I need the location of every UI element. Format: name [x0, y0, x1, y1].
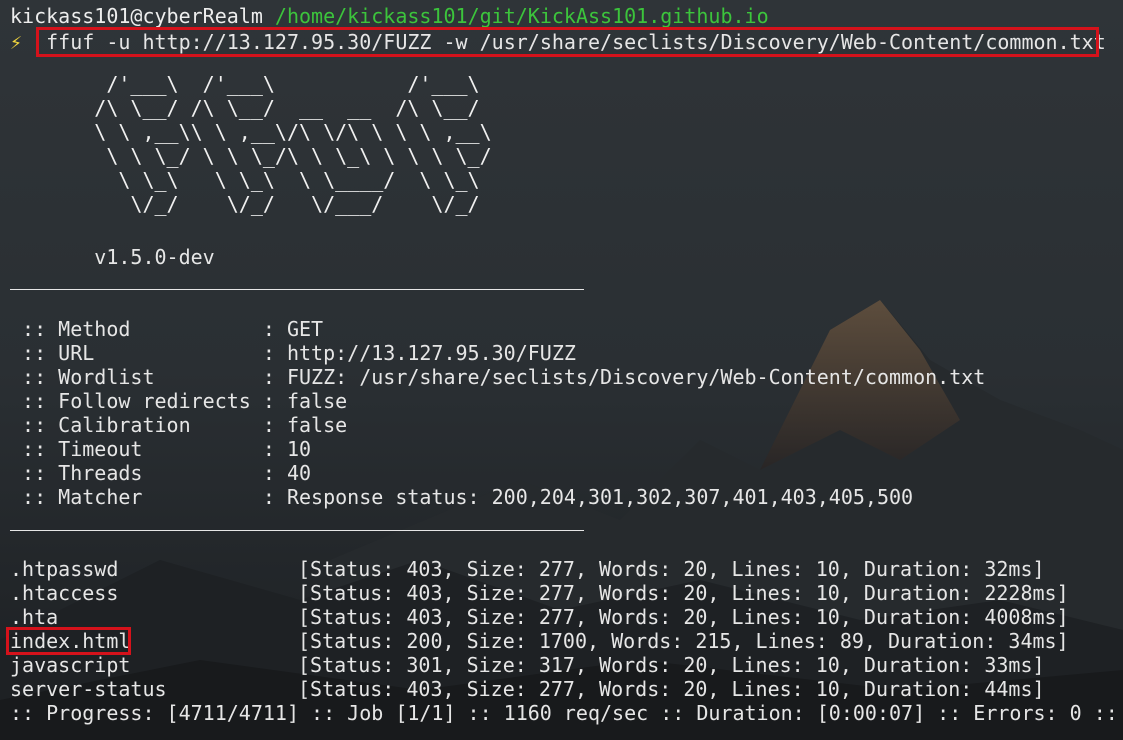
config-timeout: :: Timeout : 10: [10, 437, 312, 461]
result-name: server-status: [10, 677, 167, 701]
result-name: javascript: [10, 653, 131, 677]
prompt-line: kickass101@cyberRealm /home/kickass101/g…: [10, 4, 769, 28]
lightning-icon: ⚡: [10, 30, 23, 54]
result-detail: [Status: 301, Size: 317, Words: 20, Line…: [298, 653, 1045, 677]
command-highlight-box: [36, 27, 1099, 57]
terminal[interactable]: kickass101@cyberRealm /home/kickass101/g…: [0, 0, 1123, 740]
divider-bottom: [10, 530, 584, 531]
config-follow-redirects: :: Follow redirects : false: [10, 389, 348, 413]
index-html-highlight-box: [6, 627, 131, 655]
progress-status: :: Progress: [4711/4711] :: Job [1/1] ::…: [10, 701, 1118, 725]
result-name: .hta: [10, 605, 59, 629]
result-name: .htpasswd: [10, 557, 119, 581]
config-method: :: Method : GET: [10, 317, 324, 341]
config-url: :: URL : http://13.127.95.30/FUZZ: [10, 341, 576, 365]
current-path: /home/kickass101/git/KickAss101.github.i…: [274, 4, 769, 28]
result-detail: [Status: 200, Size: 1700, Words: 215, Li…: [298, 629, 1069, 653]
result-detail: [Status: 403, Size: 277, Words: 20, Line…: [298, 557, 1045, 581]
result-detail: [Status: 403, Size: 277, Words: 20, Line…: [298, 677, 1045, 701]
result-detail: [Status: 403, Size: 277, Words: 20, Line…: [298, 581, 1069, 605]
result-name: .htaccess: [10, 581, 119, 605]
config-calibration: :: Calibration : false: [10, 413, 348, 437]
config-threads: :: Threads : 40: [10, 461, 312, 485]
config-wordlist: :: Wordlist : FUZZ: /usr/share/seclists/…: [10, 365, 986, 389]
ffuf-ascii-logo: /'___\ /'___\ /'___\ /\ \__/ /\ \__/ __ …: [94, 72, 492, 216]
divider-top: [10, 289, 584, 290]
result-detail: [Status: 403, Size: 277, Words: 20, Line…: [298, 605, 1069, 629]
version-text: v1.5.0-dev: [10, 245, 215, 269]
config-matcher: :: Matcher : Response status: 200,204,30…: [10, 485, 914, 509]
user-host: kickass101@cyberRealm: [10, 4, 263, 28]
